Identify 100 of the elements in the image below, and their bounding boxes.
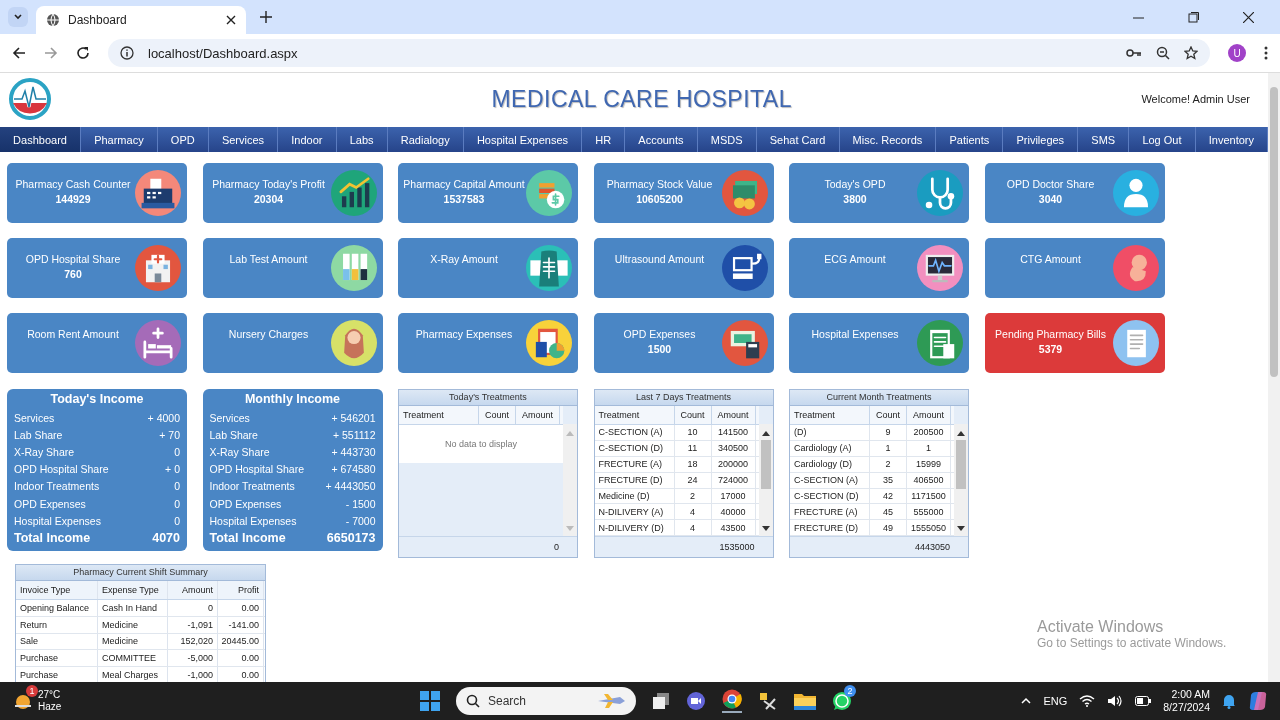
stat-card[interactable]: OPD Doctor Share 3040: [984, 163, 1165, 223]
info-icon[interactable]: [120, 46, 134, 60]
table-cell: 42: [870, 488, 907, 504]
grid-total: 0: [554, 542, 559, 552]
scroll-down-icon[interactable]: [761, 526, 770, 532]
nav-item[interactable]: Privileges: [1003, 127, 1079, 152]
stat-card[interactable]: Hospital Expenses: [789, 313, 969, 373]
column-header[interactable]: Count: [870, 406, 907, 424]
stat-card[interactable]: X-Ray Amount: [398, 238, 578, 298]
nav-item[interactable]: Dashboard: [0, 127, 82, 152]
stethoscope-icon: [917, 170, 963, 216]
clock-time[interactable]: 2:00 AM: [1171, 688, 1210, 701]
card-label: CTG Amount: [1020, 253, 1081, 265]
stat-card[interactable]: Nursery Charges: [202, 313, 383, 373]
stat-card[interactable]: Pharmacy Cash Counter 144929: [7, 163, 187, 223]
volume-icon[interactable]: [1107, 695, 1124, 707]
income-value: 0: [174, 514, 180, 527]
scroll-down-icon[interactable]: [957, 526, 966, 532]
nav-item[interactable]: Radialogy: [387, 127, 464, 152]
page-scrollbar[interactable]: [1268, 73, 1280, 682]
menu-icon[interactable]: [1264, 46, 1268, 60]
nav-item[interactable]: HR: [582, 127, 626, 152]
column-header[interactable]: Count: [479, 406, 516, 424]
tab-search-button[interactable]: [8, 7, 28, 27]
column-header[interactable]: Profit: [218, 581, 264, 599]
income-label: X-Ray Share: [209, 445, 270, 458]
key-icon[interactable]: [1126, 48, 1142, 58]
nav-item[interactable]: Labs: [336, 127, 388, 152]
profile-button[interactable]: U: [1228, 44, 1246, 62]
table-cell: 340500: [711, 440, 756, 456]
stat-card[interactable]: Lab Test Amount: [202, 238, 383, 298]
close-icon[interactable]: [226, 15, 236, 25]
nav-item[interactable]: Pharmacy: [81, 127, 158, 152]
windows-icon[interactable]: [420, 691, 440, 711]
search-icon: [466, 694, 480, 708]
column-header[interactable]: Treatment: [594, 406, 675, 424]
nav-item[interactable]: Services: [208, 127, 279, 152]
zoom-icon[interactable]: [1156, 46, 1170, 60]
nav-item[interactable]: Hospital Expenses: [463, 127, 583, 152]
wifi-icon[interactable]: [1079, 695, 1096, 707]
nav-item[interactable]: Sehat Card: [756, 127, 840, 152]
coins-icon: [526, 170, 572, 216]
back-icon[interactable]: [12, 46, 26, 60]
stat-card[interactable]: OPD Hospital Share 760: [7, 238, 187, 298]
nav-item[interactable]: Misc. Records: [839, 127, 937, 152]
language-indicator[interactable]: ENG: [1043, 695, 1068, 707]
forward-icon[interactable]: [44, 46, 58, 60]
table-cell: Medicine (D): [594, 488, 675, 504]
nav-item[interactable]: Log Out: [1129, 127, 1196, 152]
nav-item[interactable]: SMS: [1078, 127, 1130, 152]
stat-card[interactable]: Pending Pharmacy Bills 5379: [984, 313, 1165, 373]
table-cell: 1: [870, 440, 907, 456]
stat-card[interactable]: Pharmacy Capital Amount 1537583: [398, 163, 578, 223]
stat-card[interactable]: Today's OPD 3800: [789, 163, 969, 223]
column-header[interactable]: Amount: [907, 406, 951, 424]
new-tab-icon[interactable]: [260, 11, 272, 23]
scroll-up-icon[interactable]: [761, 430, 770, 436]
scroll-up-icon[interactable]: [957, 430, 966, 436]
test-tubes-icon: [330, 245, 377, 291]
stat-card[interactable]: Pharmacy Today's Profit 20304: [202, 163, 383, 223]
stat-card[interactable]: Ultrasound Amount: [593, 238, 774, 298]
task-view-icon[interactable]: [652, 692, 670, 710]
maximize-icon[interactable]: [1188, 11, 1199, 23]
battery-icon[interactable]: [1135, 696, 1152, 706]
browser-icon[interactable]: [722, 689, 742, 713]
taskbar-search-field[interactable]: Search: [456, 687, 636, 715]
nav-item[interactable]: MSDS: [697, 127, 757, 152]
stat-card[interactable]: Room Rent Amount: [7, 313, 187, 373]
chevron-up-icon[interactable]: [1021, 697, 1032, 705]
nav-item[interactable]: Patients: [936, 127, 1004, 152]
address-field[interactable]: localhost/Dashboard.aspx: [108, 39, 1210, 67]
nav-item[interactable]: Indoor: [278, 127, 337, 152]
clock-date[interactable]: 8/27/2024: [1163, 701, 1210, 714]
folder-icon[interactable]: [794, 692, 816, 710]
browser-tab[interactable]: Dashboard: [36, 6, 246, 34]
stat-card[interactable]: CTG Amount: [984, 238, 1165, 298]
star-icon[interactable]: [1184, 46, 1198, 60]
table-cell: C-SECTION (D): [594, 440, 675, 456]
video-call-icon[interactable]: [686, 691, 706, 711]
column-header[interactable]: Amount: [168, 581, 218, 599]
nav-item[interactable]: Accounts: [625, 127, 698, 152]
stat-card[interactable]: OPD Expenses 1500: [593, 313, 774, 373]
scrollbar[interactable]: [954, 424, 968, 536]
table-cell: 555000: [907, 504, 951, 520]
column-header[interactable]: Expense Type: [98, 581, 168, 599]
column-header[interactable]: Amount: [711, 406, 756, 424]
table-cell: (D): [790, 425, 870, 440]
column-header[interactable]: Invoice Type: [16, 581, 98, 599]
close-icon[interactable]: [1243, 11, 1254, 23]
nav-item[interactable]: OPD: [157, 127, 209, 152]
column-header[interactable]: Treatment: [399, 406, 479, 424]
stat-card[interactable]: Pharmacy Expenses: [398, 313, 578, 373]
stat-card[interactable]: ECG Amount: [789, 238, 969, 298]
column-header[interactable]: Treatment: [790, 406, 870, 424]
reload-icon[interactable]: [76, 46, 90, 60]
stat-card[interactable]: Pharmacy Stock Value 10605200: [593, 163, 774, 223]
column-header[interactable]: Amount: [516, 406, 560, 424]
column-header[interactable]: Count: [674, 406, 712, 424]
bell-icon[interactable]: [1222, 693, 1236, 709]
notification-badge: 2: [844, 685, 856, 697]
